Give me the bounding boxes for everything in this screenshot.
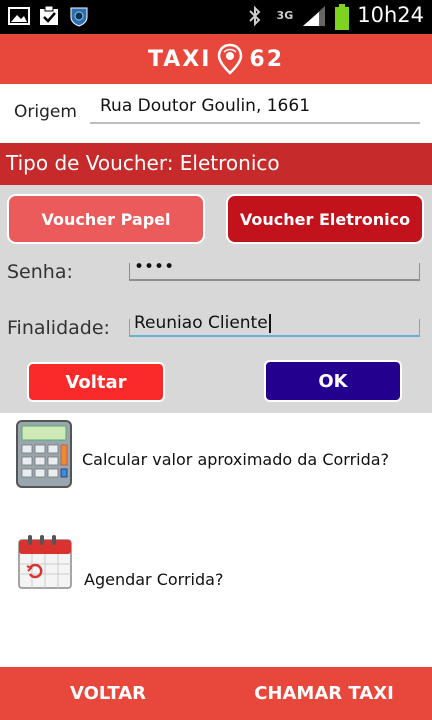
- location-pin-icon: [218, 43, 243, 75]
- battery-icon: [335, 4, 350, 30]
- senha-field[interactable]: ••••: [129, 257, 420, 281]
- status-bar: 3G 10h24: [0, 0, 432, 34]
- shield-icon: [68, 5, 90, 27]
- taxi62-logo: TAXI 62: [148, 43, 284, 75]
- finalidade-field[interactable]: Reuniao Cliente: [129, 313, 420, 337]
- logo-text-left: TAXI: [147, 46, 212, 72]
- bottom-voltar-button[interactable]: VOLTAR: [0, 667, 216, 720]
- call-taxi-button[interactable]: CHAMAR TAXI: [216, 667, 432, 720]
- voucher-eletronico-button[interactable]: Voucher Eletronico: [226, 194, 424, 244]
- calculate-fare-item[interactable]: Calcular valor aproximado da Corrida?: [0, 414, 432, 514]
- voucher-papel-button[interactable]: Voucher Papel: [7, 194, 205, 244]
- finalidade-value: Reuniao Cliente: [134, 313, 268, 333]
- text-cursor: [268, 313, 271, 333]
- app-header: TAXI 62: [0, 34, 432, 84]
- voucher-form: Voucher Papel Voucher Eletronico Senha: …: [0, 185, 432, 413]
- logo-text-right: 62: [249, 46, 285, 72]
- bottom-action-bar: VOLTAR CHAMAR TAXI: [0, 667, 432, 720]
- senha-label: Senha:: [7, 261, 73, 283]
- origin-input[interactable]: Rua Doutor Goulin, 1661: [90, 94, 420, 124]
- signal-icon: [301, 4, 327, 26]
- senha-value: ••••: [134, 257, 175, 277]
- calculator-icon: [16, 420, 72, 488]
- schedule-ride-item[interactable]: Agendar Corrida?: [0, 526, 432, 626]
- schedule-ride-label: Agendar Corrida?: [84, 570, 224, 589]
- network-type-label: 3G: [276, 8, 294, 22]
- bluetooth-icon: [247, 4, 269, 27]
- voltar-button[interactable]: Voltar: [27, 362, 165, 402]
- finalidade-label: Finalidade:: [7, 317, 110, 339]
- ok-button[interactable]: OK: [264, 360, 402, 402]
- calculate-fare-label: Calcular valor aproximado da Corrida?: [82, 450, 390, 469]
- checklist-icon: [38, 5, 60, 27]
- origin-row: Origem Rua Doutor Goulin, 1661: [0, 84, 432, 144]
- image-icon: [8, 5, 30, 27]
- calendar-icon: [18, 535, 72, 589]
- clock-time: 10h24: [357, 3, 424, 27]
- voucher-type-title: Tipo de Voucher: Eletronico: [0, 143, 432, 185]
- origin-label: Origem: [14, 102, 77, 122]
